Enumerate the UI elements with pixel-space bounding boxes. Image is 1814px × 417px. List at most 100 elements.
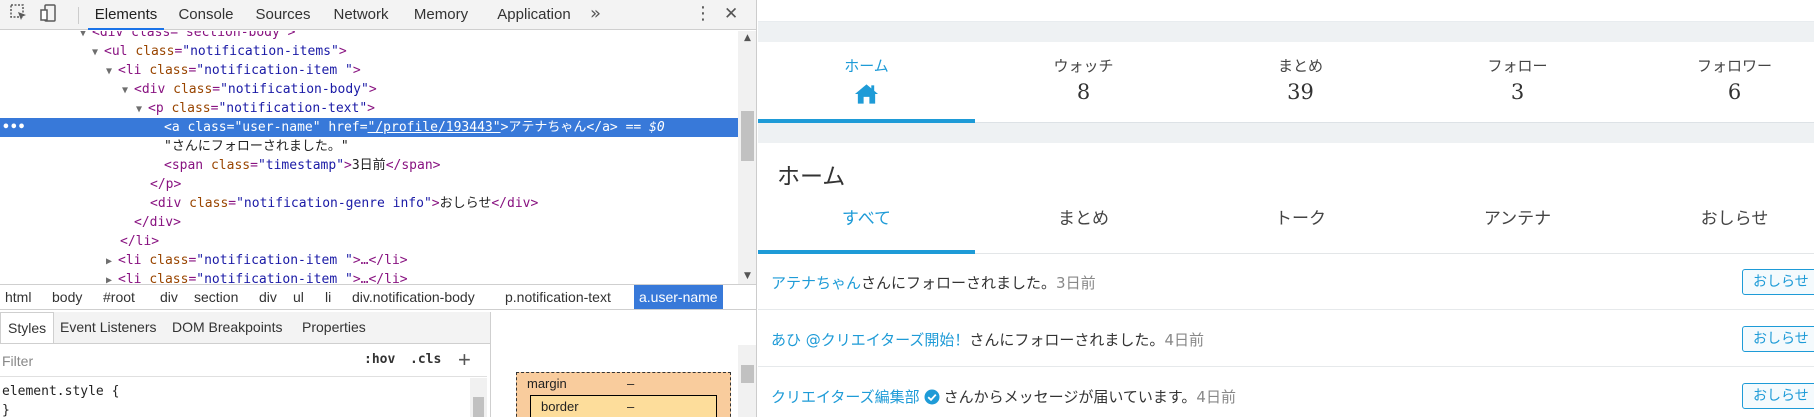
add-rule-icon[interactable]: + [458, 347, 471, 373]
tab-summary[interactable]: まとめ [975, 200, 1192, 254]
nav-item-count: 8 [1076, 80, 1091, 104]
genre-badge[interactable]: おしらせ [1742, 383, 1814, 409]
genre-badge[interactable]: おしらせ [1742, 326, 1814, 352]
margin-value[interactable]: – [627, 376, 634, 391]
breadcrumb-div[interactable]: div [155, 285, 183, 309]
scroll-down-icon[interactable]: ▼ [738, 269, 756, 284]
breadcrumb: html body #root div section div ul li di… [0, 284, 756, 310]
dom-tag-text: <div class="section-body"> [92, 31, 296, 40]
breadcrumb-notification-text[interactable]: p.notification-text [500, 285, 616, 309]
dom-close-li[interactable]: </li> [0, 232, 738, 251]
genre-badge[interactable]: おしらせ [1742, 269, 1814, 295]
nav-item-label: フォロワー [1696, 57, 1772, 75]
nav-item-summary[interactable]: まとめ 39 [1192, 42, 1409, 123]
styles-tab-bar: Styles Event Listeners DOM Breakpoints P… [0, 312, 490, 344]
user-name-link[interactable]: アテナちゃん [771, 274, 861, 292]
devtools-panel: Elements Console Sources Network Memory … [0, 0, 757, 417]
dom-node-a-selected[interactable]: ••• <a class="user-name" href="/profile/1… [0, 118, 738, 137]
breadcrumb-div[interactable]: div [254, 285, 282, 309]
breadcrumb-body[interactable]: body [47, 285, 87, 309]
nav-item-watch[interactable]: ウォッチ 8 [975, 42, 1192, 123]
dom-node-li[interactable]: ▼ <li class="notification-item "> [0, 61, 738, 80]
nav-item-home[interactable]: ホーム [758, 42, 975, 123]
nav-item-label: まとめ [1277, 57, 1323, 75]
nav-item-count: 39 [1287, 80, 1314, 104]
tab-memory[interactable]: Memory [406, 0, 476, 30]
breadcrumb-root[interactable]: #root [98, 285, 140, 309]
nav-item-count: 3 [1510, 80, 1525, 104]
box-model-border[interactable]: border – [530, 395, 717, 417]
more-tabs-icon[interactable]: » [590, 0, 601, 30]
tab-event-listeners[interactable]: Event Listeners [60, 312, 157, 343]
dom-text-node[interactable]: "さんにフォローされました。" [0, 137, 738, 156]
dom-tree: ▼ <div class="section-body"> ▼ <ul class="… [0, 31, 738, 284]
dom-node-li-collapsed[interactable]: ▶ <li class="notification-item ">…</li> [0, 251, 738, 270]
notification-message: さんからメッセージが届いています。 [943, 388, 1197, 406]
breadcrumb-html[interactable]: html [0, 285, 36, 309]
tab-all[interactable]: すべて [758, 200, 975, 254]
tab-announcements[interactable]: おしらせ [1626, 200, 1814, 254]
nav-item-follow[interactable]: フォロー 3 [1409, 42, 1626, 123]
tab-elements[interactable]: Elements [88, 0, 164, 30]
header-bar [758, 0, 1814, 22]
styles-scrollbar[interactable] [470, 378, 487, 417]
notification-text: あひ @クリエイターズ開始！さんにフォローされました。4日前 [771, 329, 1204, 350]
class-toggle[interactable]: .cls [410, 352, 441, 367]
element-style-rule[interactable]: element.style { } [2, 382, 119, 417]
devtools-tab-bar: Elements Console Sources Network Memory … [0, 0, 756, 30]
scrollbar-thumb[interactable] [741, 365, 754, 383]
dom-tree-scrollbar[interactable]: ▲ ▼ [738, 31, 756, 284]
breadcrumb-li[interactable]: li [320, 285, 336, 309]
styles-filter-row: :hov .cls + [0, 345, 487, 377]
breadcrumb-user-name[interactable]: a.user-name [634, 285, 723, 309]
box-model-margin[interactable]: margin – border – [516, 372, 731, 417]
scroll-up-icon[interactable]: ▲ [738, 31, 756, 46]
tab-antenna[interactable]: アンテナ [1409, 200, 1626, 254]
dom-close-p[interactable]: </p> [0, 175, 738, 194]
home-icon [854, 84, 879, 104]
nav-item-count: 6 [1727, 80, 1742, 104]
nav-item-label: フォロー [1487, 57, 1548, 75]
computed-scrollbar[interactable] [738, 345, 756, 417]
user-name-link[interactable]: あひ @クリエイターズ開始！ [771, 331, 969, 349]
tab-application[interactable]: Application [486, 0, 582, 30]
tab-network[interactable]: Network [326, 0, 396, 30]
notification-message: さんにフォローされました。 [969, 331, 1165, 349]
tab-dom-breakpoints[interactable]: DOM Breakpoints [172, 312, 282, 343]
dom-node-div-genre[interactable]: <div class="notification-genre info">おしら… [0, 194, 738, 213]
scrollbar-thumb[interactable] [473, 397, 484, 417]
dom-node-li-collapsed[interactable]: ▶ <li class="notification-item ">…</li> [0, 270, 738, 284]
styles-filter-input[interactable] [2, 351, 302, 371]
dom-node-span[interactable]: <span class="timestamp">3日前</span> [0, 156, 738, 175]
list-item: アテナちゃんさんにフォローされました。3日前 おしらせ [758, 254, 1814, 310]
device-toolbar-icon[interactable] [38, 4, 60, 26]
page-background [758, 22, 1814, 42]
page-title: ホーム [777, 164, 846, 190]
tab-console[interactable]: Console [172, 0, 240, 30]
breadcrumb-section[interactable]: section [189, 285, 243, 309]
timestamp: 4日前 [1196, 388, 1236, 406]
node-menu-icon[interactable]: ••• [2, 118, 25, 137]
inspect-element-icon[interactable] [8, 4, 30, 26]
notification-tabs: すべて まとめ トーク アンテナ おしらせ [758, 200, 1814, 254]
border-value[interactable]: – [627, 399, 634, 414]
breadcrumb-notification-body[interactable]: div.notification-body [347, 285, 480, 309]
hover-state-toggle[interactable]: :hov [364, 352, 395, 367]
toolbar-divider [78, 7, 79, 24]
tab-properties[interactable]: Properties [302, 312, 366, 343]
tab-sources[interactable]: Sources [250, 0, 316, 30]
close-devtools-icon[interactable]: ✕ [724, 0, 738, 30]
scrollbar-thumb[interactable] [741, 111, 754, 161]
dom-node-p[interactable]: ▼ <p class="notification-text"> [0, 99, 738, 118]
list-item: クリエイターズ編集部 さんからメッセージが届いています。4日前 おしらせ [758, 368, 1814, 417]
nav-item-followers[interactable]: フォロワー 6 [1626, 42, 1814, 123]
dom-node-div-body[interactable]: ▼ <div class="notification-body"> [0, 80, 738, 99]
tab-talk[interactable]: トーク [1192, 200, 1409, 254]
kebab-menu-icon[interactable]: ⋮ [694, 0, 712, 30]
dom-node-section-body[interactable]: ▼ <div class="section-body"> [0, 31, 738, 42]
dom-node-ul[interactable]: ▼ <ul class="notification-items"> [0, 42, 738, 61]
dom-close-div[interactable]: </div> [0, 213, 738, 232]
breadcrumb-ul[interactable]: ul [288, 285, 309, 309]
tab-styles[interactable]: Styles [0, 312, 55, 343]
user-name-link[interactable]: クリエイターズ編集部 [771, 388, 920, 406]
